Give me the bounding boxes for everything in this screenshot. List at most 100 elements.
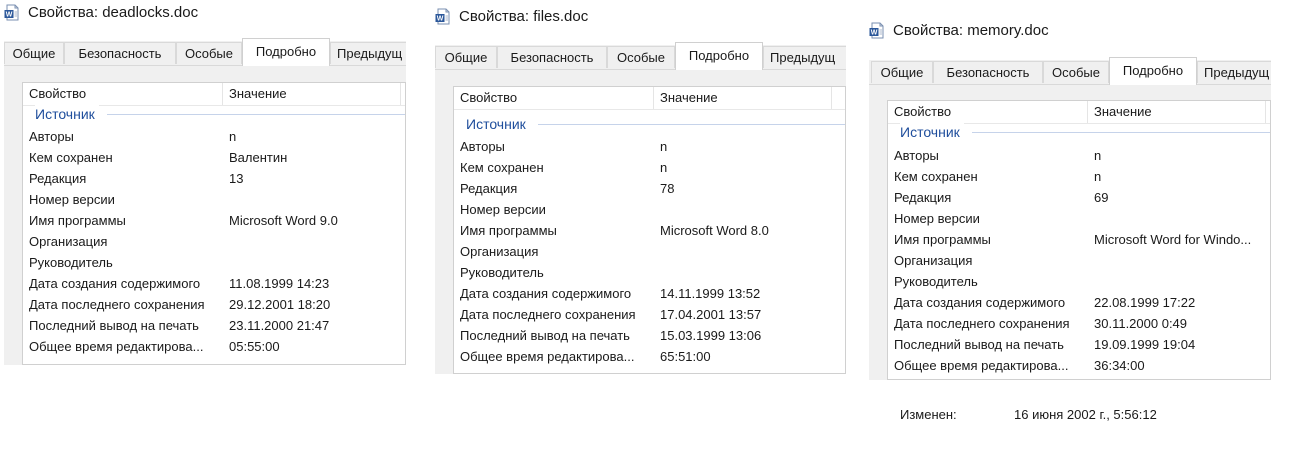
properties-window-memory: W Свойства: memory.doc Общие Безопасност… [869,0,1271,380]
group-divider [972,132,1270,133]
properties-list[interactable]: Свойство Значение Источник Авторы n Кем со… [887,100,1271,380]
tab-details[interactable]: Подробно [1109,57,1197,85]
svg-text:W: W [437,16,444,23]
property-name: Редакция [460,181,518,196]
property-name: Руководитель [29,255,113,270]
column-header-property[interactable]: Свойство [454,87,654,109]
property-row[interactable]: Номер версии [23,189,405,210]
property-value: n [1094,169,1102,184]
property-value: 65:51:00 [660,349,711,364]
property-value: n [660,139,668,154]
tab-details[interactable]: Подробно [675,42,763,70]
property-row[interactable]: Номер версии [454,199,845,220]
property-name: Дата последнего сохранения [29,297,205,312]
property-row[interactable]: Организация [23,231,405,252]
property-row[interactable]: Общее время редактирова... 05:55:00 [23,336,405,357]
tab-previous-versions[interactable]: Предыдущ [763,46,846,68]
property-row[interactable]: Организация [454,241,845,262]
properties-list[interactable]: Свойство Значение Источник Авторы n Кем со… [453,86,846,374]
property-name: Руководитель [894,274,978,289]
property-row[interactable]: Дата последнего сохранения 17.04.2001 13:… [454,304,845,325]
property-row[interactable]: Авторы n [23,126,405,147]
property-row[interactable]: Номер версии [888,208,1270,229]
tab-general[interactable]: Общие [435,46,497,68]
tab-custom[interactable]: Особые [1043,61,1109,83]
property-row[interactable]: Дата последнего сохранения 30.11.2000 0:4… [888,313,1270,334]
tab-page: Свойство Значение Источник Авторы n Кем со… [869,85,1271,380]
column-header-property[interactable]: Свойство [23,83,223,105]
property-row[interactable]: Авторы n [888,145,1270,166]
property-row[interactable]: Дата создания содержимого 11.08.1999 14:2… [23,273,405,294]
property-row[interactable]: Дата создания содержимого 22.08.1999 17:2… [888,292,1270,313]
property-name: Общее время редактирова... [894,358,1069,373]
property-row[interactable]: Организация [888,250,1270,271]
window-title-bar: W Свойства: files.doc [435,4,846,28]
property-value: n [229,129,237,144]
property-row[interactable]: Авторы n [454,136,845,157]
tab-previous-versions[interactable]: Предыдущ [1197,61,1271,83]
property-row[interactable]: Дата создания содержимого 14.11.1999 13:5… [454,283,845,304]
property-name: Последний вывод на печать [894,337,1064,352]
tab-strip: Общие Безопасность Особые Подробно Преды… [869,57,1271,85]
group-header-source[interactable]: Источник [888,122,1270,142]
group-header-source[interactable]: Источник [23,104,405,124]
property-name: Кем сохранен [894,169,978,184]
property-row[interactable]: Кем сохранен n [454,157,845,178]
tab-security[interactable]: Безопасность [933,61,1043,83]
property-row[interactable]: Имя программы Microsoft Word 8.0 [454,220,845,241]
properties-list[interactable]: Свойство Значение Источник Авторы n Кем со… [22,82,406,365]
property-name: Последний вывод на печать [29,318,199,333]
property-name: Дата последнего сохранения [894,316,1070,331]
property-row[interactable]: Редакция 13 [23,168,405,189]
svg-text:W: W [871,30,878,37]
property-row[interactable]: Руководитель [888,271,1270,292]
tab-general[interactable]: Общие [871,61,933,83]
property-name: Авторы [460,139,505,154]
property-row[interactable]: Руководитель [454,262,845,283]
property-row[interactable]: Последний вывод на печать 23.11.2000 21:4… [23,315,405,336]
property-row[interactable]: Кем сохранен Валентин [23,147,405,168]
tab-security[interactable]: Безопасность [64,42,176,64]
property-row[interactable]: Имя программы Microsoft Word for Windo... [888,229,1270,250]
tab-custom[interactable]: Особые [176,42,242,64]
property-value: n [1094,148,1102,163]
list-header: Свойство Значение [23,83,405,106]
list-header: Свойство Значение [888,101,1270,124]
group-divider [538,124,845,125]
tab-details[interactable]: Подробно [242,38,330,66]
svg-text:W: W [6,12,13,19]
group-label: Источник [466,114,530,134]
column-header-value[interactable]: Значение [1088,101,1266,123]
tab-security[interactable]: Безопасность [497,46,607,68]
property-row[interactable]: Последний вывод на печать 19.09.1999 19:0… [888,334,1270,355]
property-value: Microsoft Word 9.0 [229,213,338,228]
property-value: 78 [660,181,675,196]
column-header-property[interactable]: Свойство [888,101,1088,123]
group-header-source[interactable]: Источник [454,114,845,134]
window-title: Свойства: deadlocks.doc [28,4,199,21]
property-name: Дата создания содержимого [460,286,632,301]
property-name: Авторы [29,129,74,144]
group-label: Источник [900,122,964,142]
property-row[interactable]: Руководитель [23,252,405,273]
column-header-value[interactable]: Значение [223,83,401,105]
property-row[interactable]: Редакция 78 [454,178,845,199]
tab-page: Свойство Значение Источник Авторы n Кем со… [4,66,406,365]
property-row[interactable]: Дата последнего сохранения 29.12.2001 18:… [23,294,405,315]
property-name: Общее время редактирова... [460,349,635,364]
window-title-bar: W Свойства: deadlocks.doc [4,0,406,24]
property-row[interactable]: Кем сохранен n [888,166,1270,187]
group-label: Источник [35,104,99,124]
tab-general[interactable]: Общие [4,42,64,64]
property-row[interactable]: Общее время редактирова... 65:51:00 [454,346,845,367]
property-row[interactable]: Последний вывод на печать 15.03.1999 13:0… [454,325,845,346]
property-row[interactable]: Общее время редактирова... 36:34:00 [888,355,1270,376]
property-name: Редакция [29,171,87,186]
property-row[interactable]: Редакция 69 [888,187,1270,208]
column-header-value[interactable]: Значение [654,87,832,109]
property-value: n [660,160,668,175]
property-row[interactable]: Имя программы Microsoft Word 9.0 [23,210,405,231]
property-value: 29.12.2001 18:20 [229,297,331,312]
tab-custom[interactable]: Особые [607,46,675,68]
tab-previous-versions[interactable]: Предыдущ [330,42,406,64]
